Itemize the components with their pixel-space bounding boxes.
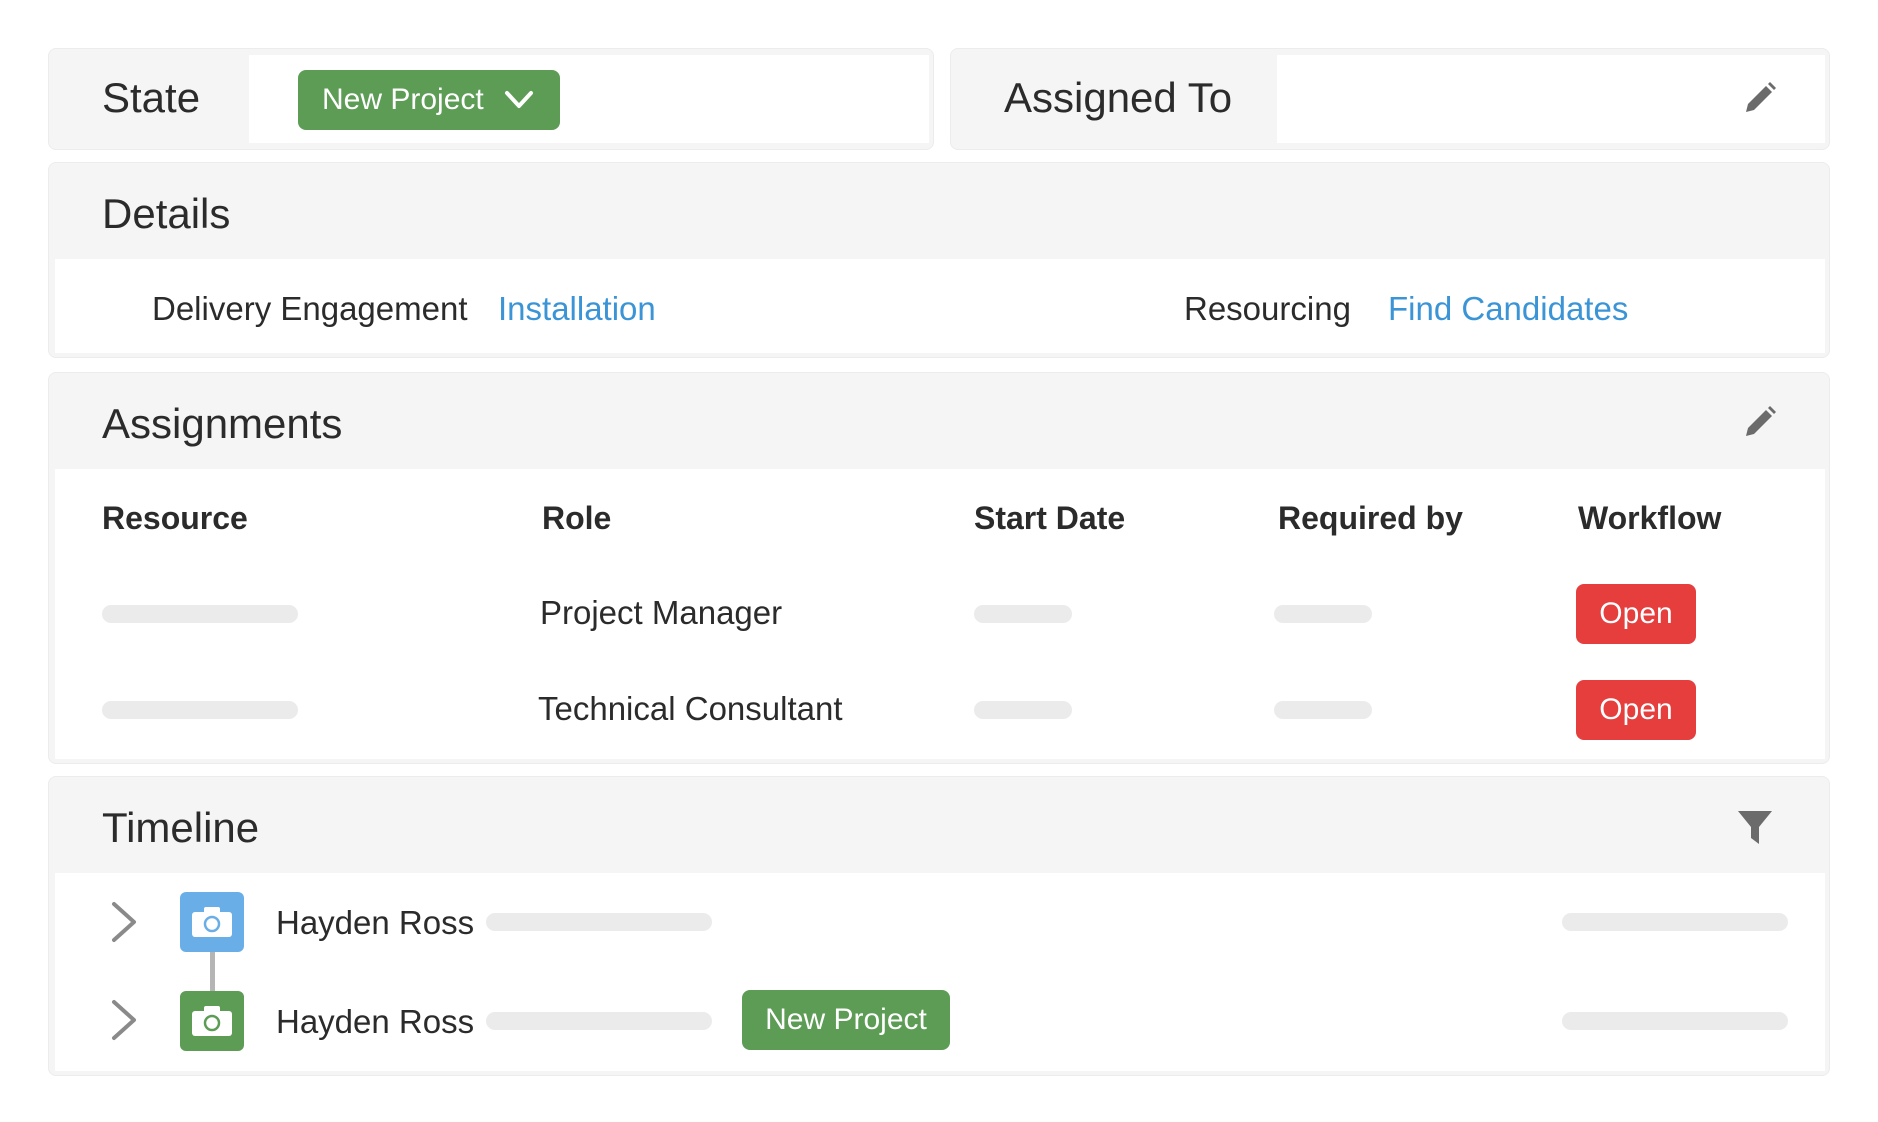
details-field-label: Delivery Engagement [152, 290, 468, 327]
camera-icon [192, 1006, 232, 1036]
column-header-start-date[interactable]: Start Date [974, 500, 1125, 537]
column-header-workflow[interactable]: Workflow [1578, 500, 1721, 537]
pencil-icon[interactable] [1742, 404, 1778, 440]
assigned-label: Assigned To [1004, 74, 1233, 121]
details-field-label: Resourcing [1184, 290, 1351, 327]
required-by-placeholder [1274, 605, 1372, 623]
workflow-open-button[interactable]: Open [1576, 680, 1696, 740]
timeline-entry-name: Hayden Ross [276, 1003, 475, 1040]
filter-icon[interactable] [1736, 808, 1774, 848]
column-header-resource[interactable]: Resource [102, 500, 248, 537]
timeline-title: Timeline [102, 804, 260, 851]
assignment-role: Technical Consultant [538, 690, 843, 727]
camera-icon [192, 907, 232, 937]
details-field-link[interactable]: Installation [498, 290, 656, 328]
start-date-placeholder [974, 605, 1072, 623]
timeline-entry-icon [180, 991, 244, 1051]
timeline-entry-placeholder [486, 913, 712, 931]
details-card [48, 162, 1830, 358]
resource-placeholder [102, 605, 298, 623]
timeline-entry-placeholder [486, 1012, 712, 1030]
chevron-right-icon[interactable] [108, 900, 140, 944]
assignments-body [55, 469, 1825, 759]
required-by-placeholder [1274, 701, 1372, 719]
pencil-icon[interactable] [1742, 80, 1778, 116]
chevron-right-icon[interactable] [108, 998, 140, 1042]
timeline-state-badge: New Project [742, 990, 950, 1050]
timeline-entry-date-placeholder [1562, 913, 1788, 931]
timeline-connector [210, 950, 215, 996]
details-field-link[interactable]: Find Candidates [1388, 290, 1628, 328]
chevron-down-icon [505, 91, 533, 108]
assignments-title: Assignments [102, 400, 343, 447]
timeline-entry-icon [180, 892, 244, 952]
workflow-open-button[interactable]: Open [1576, 584, 1696, 644]
details-title: Details [102, 190, 231, 237]
timeline-entry-date-placeholder [1562, 1012, 1788, 1030]
state-dropdown-label: New Project [322, 83, 484, 116]
resource-placeholder [102, 701, 298, 719]
column-header-role[interactable]: Role [542, 500, 611, 537]
state-dropdown[interactable]: New Project [298, 70, 560, 130]
assignment-role: Project Manager [540, 594, 783, 631]
timeline-entry-name: Hayden Ross [276, 904, 475, 941]
state-label: State [102, 74, 201, 121]
column-header-required-by[interactable]: Required by [1278, 500, 1463, 537]
start-date-placeholder [974, 701, 1072, 719]
